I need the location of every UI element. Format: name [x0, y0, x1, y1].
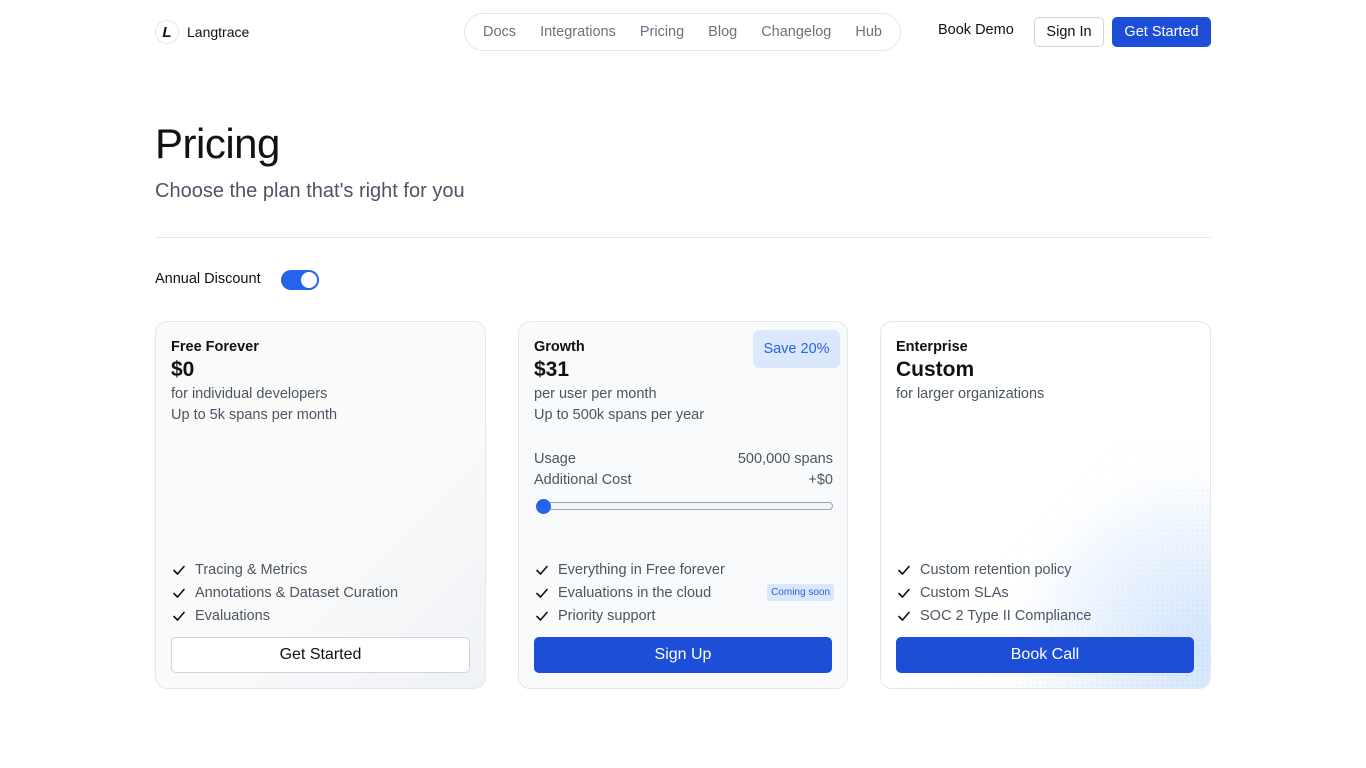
plan-price: $0 [171, 358, 195, 381]
check-icon [171, 585, 187, 601]
feature-item: Custom retention policy [896, 558, 1196, 581]
plan-card-enterprise: Enterprise Custom for larger organizatio… [880, 321, 1211, 689]
feature-label: Custom SLAs [920, 584, 1009, 601]
sign-up-button[interactable]: Sign Up [534, 637, 832, 673]
book-call-button[interactable]: Book Call [896, 637, 1194, 673]
feature-item: Evaluations in the cloud Coming soon [534, 581, 834, 604]
plan-card-growth: Growth Save 20% $31 per user per month U… [518, 321, 848, 689]
usage-slider-track[interactable] [536, 502, 833, 510]
annual-discount-label: Annual Discount [155, 271, 261, 287]
get-started-header-button[interactable]: Get Started [1112, 17, 1211, 47]
langtrace-logo-icon: L [155, 20, 179, 44]
feature-list: Tracing & Metrics Annotations & Dataset … [171, 558, 471, 627]
feature-label: Evaluations [195, 607, 270, 624]
plan-name: Growth [534, 339, 585, 355]
feature-label: Tracing & Metrics [195, 561, 308, 578]
feature-label: Priority support [558, 607, 656, 624]
annual-discount-toggle[interactable] [281, 270, 319, 290]
nav-link-integrations[interactable]: Integrations [528, 24, 628, 40]
feature-label: Annotations & Dataset Curation [195, 584, 399, 601]
save-badge: Save 20% [753, 330, 840, 368]
page-subtitle: Choose the plan that's right for you [155, 180, 465, 202]
feature-item: SOC 2 Type II Compliance [896, 604, 1196, 627]
plan-card-free: Free Forever $0 for individual developer… [155, 321, 486, 689]
feature-list: Everything in Free forever Evaluations i… [534, 558, 834, 627]
coming-soon-badge: Coming soon [767, 584, 834, 601]
nav-link-changelog[interactable]: Changelog [749, 24, 843, 40]
brand-logo-link[interactable]: L Langtrace [155, 20, 249, 44]
section-divider [155, 237, 1211, 238]
feature-list: Custom retention policy Custom SLAs SOC … [896, 558, 1196, 627]
site-header: L Langtrace Docs Integrations Pricing Bl… [0, 0, 1366, 64]
nav-link-blog[interactable]: Blog [696, 24, 749, 40]
plan-name: Enterprise [896, 339, 968, 355]
feature-item: Everything in Free forever [534, 558, 834, 581]
check-icon [534, 585, 550, 601]
toggle-knob [301, 272, 317, 288]
cost-row: Additional Cost +$0 [534, 472, 833, 488]
feature-item: Custom SLAs [896, 581, 1196, 604]
check-icon [896, 608, 912, 624]
nav-link-docs[interactable]: Docs [471, 24, 528, 40]
feature-item: Tracing & Metrics [171, 558, 471, 581]
main-nav: Docs Integrations Pricing Blog Changelog… [464, 13, 901, 51]
feature-label: SOC 2 Type II Compliance [920, 607, 1092, 624]
feature-label: Evaluations in the cloud [558, 584, 712, 601]
plan-name: Free Forever [171, 339, 259, 355]
check-icon [534, 608, 550, 624]
check-icon [171, 562, 187, 578]
usage-slider-thumb[interactable] [536, 499, 551, 514]
brand-name: Langtrace [187, 24, 250, 40]
feature-label: Everything in Free forever [558, 561, 725, 578]
cost-label: Additional Cost [534, 472, 632, 488]
page-title: Pricing [155, 120, 280, 167]
plan-price: $31 [534, 358, 570, 381]
feature-item: Priority support [534, 604, 834, 627]
nav-link-pricing[interactable]: Pricing [628, 24, 696, 40]
feature-item: Annotations & Dataset Curation [171, 581, 471, 604]
plan-description: per user per month [534, 386, 657, 402]
usage-row: Usage 500,000 spans [534, 451, 833, 467]
sign-in-button[interactable]: Sign In [1034, 17, 1104, 47]
plan-description: for larger organizations [896, 386, 1045, 402]
free-get-started-button[interactable]: Get Started [171, 637, 470, 673]
feature-item: Evaluations [171, 604, 471, 627]
feature-label: Custom retention policy [920, 561, 1072, 578]
usage-value: 500,000 spans [737, 451, 833, 467]
check-icon [171, 608, 187, 624]
plan-limit: Up to 5k spans per month [171, 407, 338, 423]
book-demo-link[interactable]: Book Demo [938, 22, 1014, 38]
check-icon [534, 562, 550, 578]
nav-link-hub[interactable]: Hub [843, 24, 894, 40]
plan-description: for individual developers [171, 386, 328, 402]
plan-price: Custom [896, 358, 975, 381]
plan-limit: Up to 500k spans per year [534, 407, 705, 423]
check-icon [896, 585, 912, 601]
check-icon [896, 562, 912, 578]
usage-label: Usage [534, 451, 576, 467]
cost-value: +$0 [808, 472, 833, 488]
